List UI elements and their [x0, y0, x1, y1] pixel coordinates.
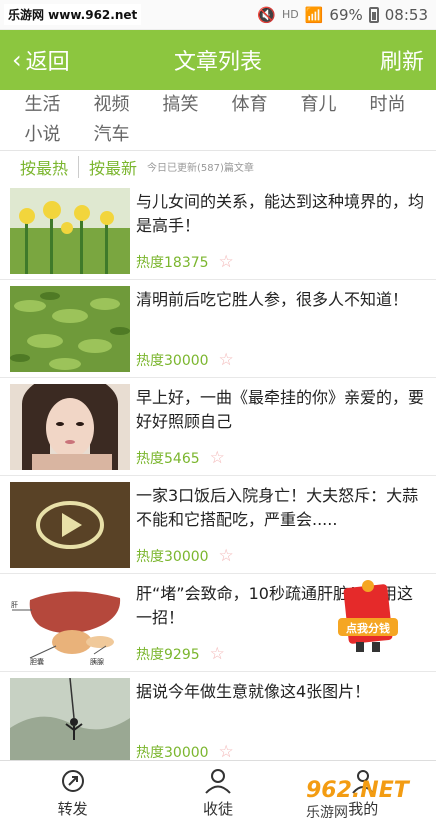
article-title: 与儿女间的关系，能达到这种境界的，均是高手！ [136, 192, 425, 235]
list-item[interactable]: 一家3口饭后入院身亡！大夫怒斥：大蒜不能和它搭配吃，严重会..... 热度300… [0, 476, 436, 574]
chevron-left-icon: ‹ [12, 46, 22, 74]
category-row-1: 生活 视频 搞笑 体育 育儿 时尚 [8, 90, 428, 120]
list-item[interactable]: 与儿女间的关系，能达到这种境界的，均是高手！ 热度18375 ☆ [0, 182, 436, 280]
battery-icon [368, 6, 379, 23]
tab-category[interactable]: 时尚 [353, 90, 422, 120]
heat-row: 热度30000 ☆ [136, 546, 234, 566]
sort-new-button[interactable]: 按最新 [89, 155, 137, 179]
share-icon [61, 770, 84, 792]
divider [78, 155, 80, 178]
star-icon[interactable]: ☆ [219, 546, 234, 566]
article-title: 一家3口饭后入院身亡！大夫怒斥：大蒜不能和它搭配吃，严重会..... [136, 486, 419, 529]
hd-badge: HD [281, 8, 299, 21]
tab-category[interactable]: 小说 [8, 120, 77, 150]
heat-count: 热度18375 [136, 255, 209, 271]
tab-category[interactable]: 搞笑 [146, 90, 215, 120]
back-label: 返回 [25, 50, 70, 75]
star-icon[interactable]: ☆ [219, 252, 234, 272]
article-list: 与儿女间的关系，能达到这种境界的，均是高手！ 热度18375 ☆ 清明前后吃它胜… [0, 182, 436, 770]
heat-row: 热度9295 ☆ [136, 644, 225, 664]
star-icon[interactable]: ☆ [219, 350, 234, 370]
thumbnail-image [10, 384, 130, 470]
tab-category[interactable]: 汽车 [77, 120, 146, 150]
category-row-2: 小说 汽车 [8, 120, 428, 150]
list-item[interactable]: 早上好，一曲《最牵挂的你》亲爱的，要好好照顾自己 热度5465 ☆ [0, 378, 436, 476]
wifi-icon: 📶 [304, 5, 324, 24]
status-icons: 🔇 HD 📶 69% 08:53 [257, 6, 428, 24]
list-item[interactable]: 据说今年做生意就像这4张图片！ 热度30000 ☆ [0, 672, 436, 770]
tab-category[interactable]: 育儿 [284, 90, 353, 120]
heat-count: 热度9295 [136, 647, 200, 663]
heat-count: 热度30000 [136, 353, 209, 369]
article-title: 据说今年做生意就像这4张图片！ [136, 682, 371, 701]
status-bar: 乐游网 www.962.net 🔇 HD 📶 69% 08:53 [0, 0, 436, 30]
favorite-label: 收徒 [202, 800, 233, 818]
heat-row: 热度5465 ☆ [136, 448, 225, 468]
heat-count: 热度30000 [136, 549, 209, 565]
figure-label: 肝 [11, 601, 18, 609]
article-list-screen: 乐游网 www.962.net 🔇 HD 📶 69% 08:53 ‹ 返回 文章… [0, 0, 436, 826]
users-icon [205, 769, 231, 794]
mute-icon: 🔇 [257, 5, 276, 24]
article-title: 早上好，一曲《最牵挂的你》亲爱的，要好好照顾自己 [136, 388, 425, 431]
favorite-button[interactable]: 收徒 [158, 768, 278, 819]
heat-row: 热度30000 ☆ [136, 350, 234, 370]
heat-row: 热度30000 ☆ [136, 742, 234, 762]
top-bar: ‹ 返回 文章列表 刷新 [0, 30, 436, 90]
brand-watermark: 962.NET 乐游网 [306, 776, 436, 822]
tab-category[interactable]: 视频 [77, 90, 146, 120]
thumbnail-image [10, 678, 130, 764]
thumbnail-image: 肝 胆囊 胰腺 [10, 580, 130, 666]
heat-count: 热度30000 [136, 745, 209, 761]
star-icon[interactable]: ☆ [219, 742, 234, 762]
video-thumbnail[interactable] [10, 482, 130, 568]
sort-hot-button[interactable]: 按最热 [20, 155, 68, 179]
tab-category[interactable]: 体育 [215, 90, 284, 120]
update-count: 今日已更新(587)篇文章 [147, 163, 254, 174]
article-title: 清明前后吃它胜人参，很多人不知道！ [136, 290, 409, 309]
figure-label: 胰腺 [90, 657, 104, 666]
star-icon[interactable]: ☆ [210, 448, 225, 468]
share-button[interactable]: 转发 [13, 768, 133, 819]
red-packet-label: 点我分钱 [346, 622, 390, 635]
share-label: 转发 [57, 800, 88, 818]
clock: 08:53 [384, 5, 428, 24]
thumbnail-image [10, 286, 130, 372]
figure-label: 胆囊 [30, 657, 44, 666]
category-tabs: 生活 视频 搞笑 体育 育儿 时尚 小说 汽车 [0, 90, 436, 150]
list-item[interactable]: 清明前后吃它胜人参，很多人不知道！ 热度30000 ☆ [0, 280, 436, 378]
brand-number: 962.NET [306, 778, 409, 803]
battery-percent: 69% [329, 5, 363, 24]
tab-category[interactable]: 生活 [8, 90, 77, 120]
heat-count: 热度5465 [136, 451, 200, 467]
red-packet-button[interactable]: 点我分钱 [336, 580, 400, 656]
heat-row: 热度18375 ☆ [136, 252, 234, 272]
brand-text: 乐游网 [306, 802, 348, 822]
site-watermark: 乐游网 www.962.net [4, 4, 142, 25]
thumbnail-image [10, 188, 130, 274]
refresh-button[interactable]: 刷新 [380, 44, 424, 76]
back-button[interactable]: ‹ 返回 [12, 44, 70, 76]
sort-bar: 按最热 按最新 今日已更新(587)篇文章 [0, 150, 436, 182]
star-icon[interactable]: ☆ [210, 644, 225, 664]
